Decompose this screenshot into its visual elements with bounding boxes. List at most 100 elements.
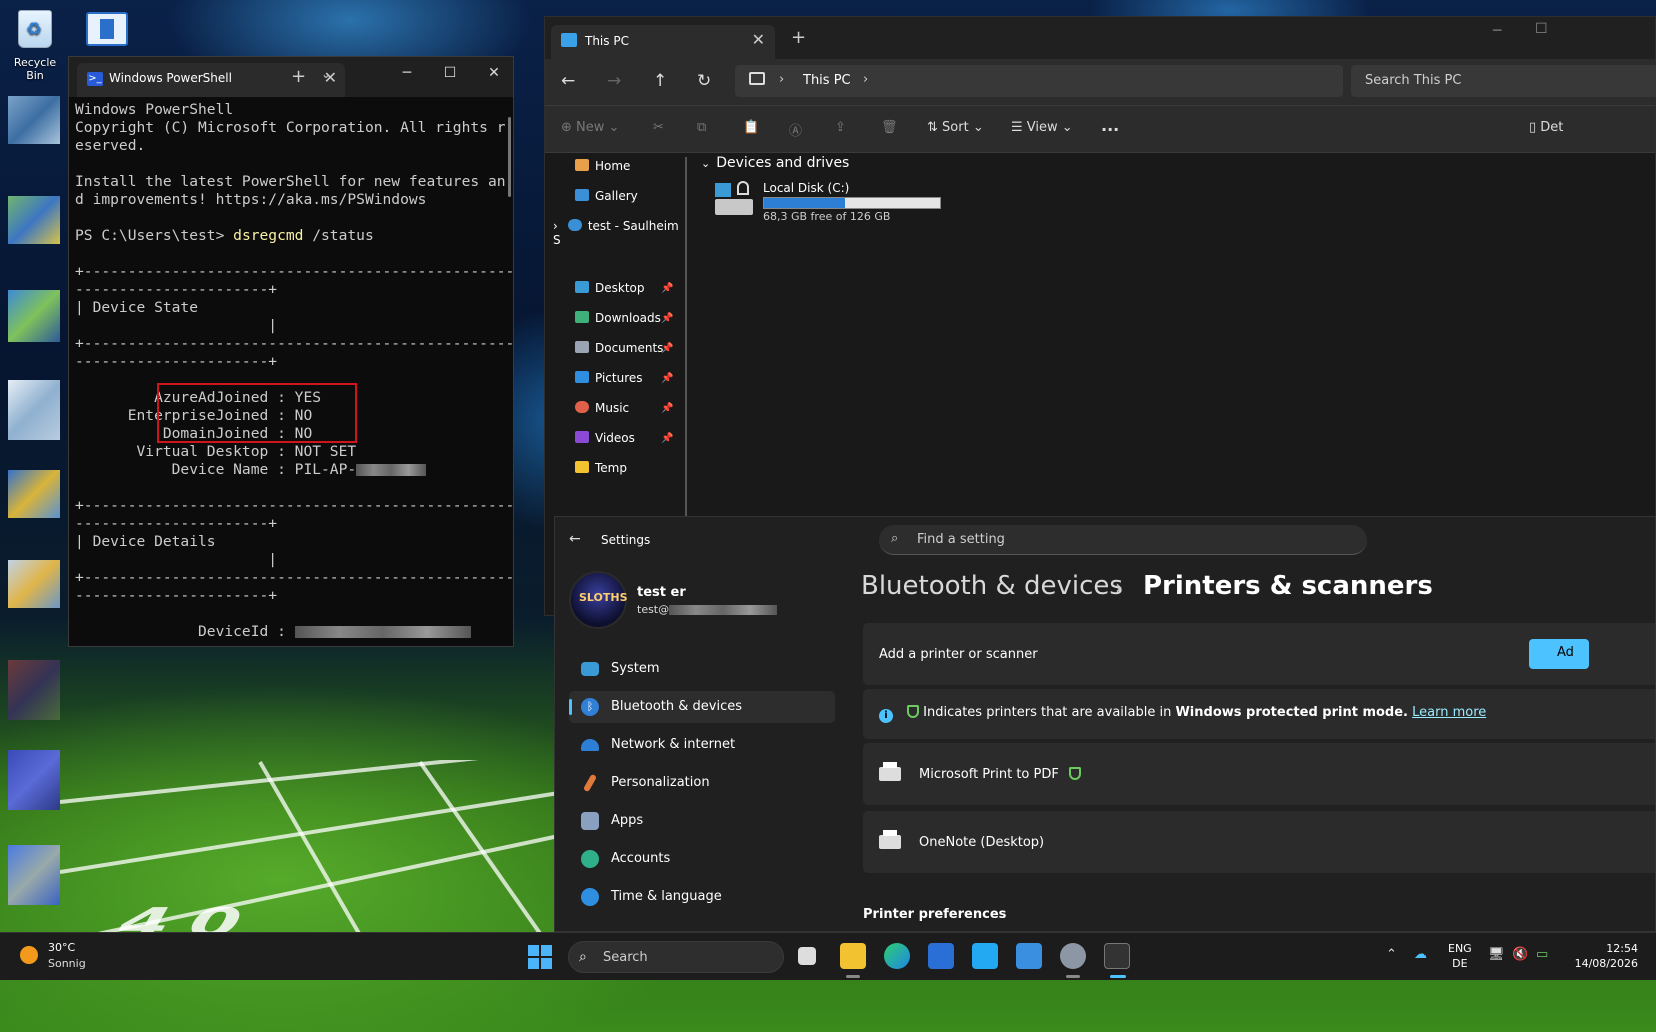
powershell-titlebar[interactable]: >_ Windows PowerShell ✕ + ⌄ ─ ☐ ✕	[69, 57, 513, 97]
weather-icon[interactable]	[20, 946, 38, 964]
nav-item-pictures[interactable]: Pictures	[575, 371, 643, 385]
minimize-button[interactable]: ─	[1493, 23, 1501, 39]
nav-item-bluetooth[interactable]: ᛒ Bluetooth & devices	[569, 691, 835, 723]
task-view-icon[interactable]	[798, 947, 816, 965]
nav-item-system[interactable]: System	[569, 653, 835, 685]
nav-item-accounts[interactable]: Accounts	[569, 843, 835, 875]
start-button[interactable]	[528, 945, 552, 969]
chevron-right-icon[interactable]: ›	[779, 72, 784, 87]
terminal-prompt: PS C:\Users\test>	[75, 227, 234, 244]
language-indicator[interactable]: ENG DE	[1448, 941, 1472, 971]
chevron-up-icon[interactable]: ⌃	[1386, 947, 1397, 962]
breadcrumb-parent[interactable]: Bluetooth & devices	[861, 571, 1123, 601]
shield-icon	[1068, 767, 1081, 780]
settings-window[interactable]: ← Settings ⌕ Find a setting SLOTHS test …	[554, 516, 1656, 932]
back-icon[interactable]: ←	[569, 531, 581, 547]
nav-item-home[interactable]: Home	[575, 159, 630, 173]
printer-item[interactable]: Microsoft Print to PDF	[863, 743, 1655, 805]
weather-temperature[interactable]: 30°C	[48, 941, 75, 954]
remote-desktop-icon[interactable]	[1016, 943, 1042, 969]
taskbar-search[interactable]: ⌕ Search	[568, 941, 784, 973]
chevron-down-icon[interactable]: ⌄	[321, 67, 331, 81]
file-explorer-icon[interactable]	[840, 943, 866, 969]
nav-item-downloads[interactable]: Downloads	[575, 311, 661, 325]
sort-button[interactable]: ⇅ Sort ⌄	[927, 120, 984, 135]
network-icon[interactable]: 🖥	[1488, 947, 1505, 962]
nav-item-personalization[interactable]: Personalization	[569, 767, 835, 799]
pin-icon[interactable]: 📌	[661, 433, 673, 444]
clock[interactable]: 12:54 14/08/2026	[1568, 941, 1638, 971]
pin-icon[interactable]: 📌	[661, 283, 673, 294]
new-button[interactable]: ⊕ New ⌄	[561, 120, 619, 135]
details-pane-button[interactable]: ▯ Det	[1529, 120, 1563, 135]
close-window-button[interactable]: ✕	[479, 65, 509, 81]
address-bar[interactable]: › This PC ›	[735, 65, 1343, 97]
explorer-search-input[interactable]: Search This PC	[1351, 65, 1656, 97]
explorer-tabbar[interactable]: This PC ✕ + ─ ☐	[545, 17, 1655, 59]
forward-icon[interactable]: →	[607, 71, 621, 91]
chevron-right-icon[interactable]: ›	[863, 72, 868, 87]
chevron-right-icon[interactable]: ›	[553, 219, 558, 233]
terminal-separator: ----------------------+	[75, 353, 278, 370]
local-disk-icon[interactable]	[715, 181, 755, 217]
recycle-bin-icon[interactable]: Recycle Bin	[4, 10, 66, 82]
nav-item-music[interactable]: Music	[575, 401, 629, 415]
avatar[interactable]: SLOTHS	[569, 571, 628, 629]
new-tab-button[interactable]: +	[791, 27, 806, 48]
store-icon[interactable]	[928, 943, 954, 969]
maximize-button[interactable]: ☐	[1535, 21, 1548, 37]
pin-icon[interactable]: 📌	[661, 373, 673, 384]
scrollbar[interactable]	[508, 117, 511, 197]
rename-icon[interactable]: Ⓐ	[789, 120, 802, 139]
powershell-window[interactable]: >_ Windows PowerShell ✕ + ⌄ ─ ☐ ✕ Window…	[68, 56, 514, 647]
nav-item-time-language[interactable]: Time & language	[569, 881, 835, 913]
learn-more-link[interactable]: Learn more	[1412, 705, 1486, 720]
nav-pane-divider[interactable]	[685, 157, 687, 517]
nav-item-gallery[interactable]: Gallery	[575, 189, 638, 203]
back-icon[interactable]: ←	[561, 71, 575, 91]
refresh-icon[interactable]: ↻	[697, 71, 711, 91]
info-icon: i	[879, 709, 893, 723]
share-icon[interactable]: ⇪	[835, 120, 846, 135]
drive-usage-fill	[764, 198, 845, 208]
view-button[interactable]: ☰ View ⌄	[1011, 120, 1073, 135]
nav-item-documents[interactable]: Documents	[575, 341, 663, 355]
volume-icon[interactable]: 🔇	[1512, 947, 1528, 962]
settings-search-input[interactable]: ⌕ Find a setting	[879, 525, 1367, 555]
weather-condition[interactable]: Sonnig	[48, 957, 86, 970]
drive-name[interactable]: Local Disk (C:)	[763, 181, 849, 195]
nav-item-apps[interactable]: Apps	[569, 805, 835, 837]
nav-item-videos[interactable]: Videos	[575, 431, 635, 445]
pin-icon[interactable]: 📌	[661, 403, 673, 414]
add-device-button[interactable]: Ad	[1529, 639, 1589, 669]
edge-icon[interactable]	[884, 943, 910, 969]
vscode-icon[interactable]	[972, 943, 998, 969]
pin-icon[interactable]: 📌	[661, 313, 673, 324]
nav-item-onedrive[interactable]: › test - Saulheim S	[553, 219, 685, 247]
onedrive-icon[interactable]: ☁	[1414, 947, 1427, 962]
paste-icon[interactable]: 📋	[743, 120, 759, 135]
desktop-app-icon[interactable]	[86, 12, 128, 46]
search-icon: ⌕	[891, 531, 899, 546]
terminal-output[interactable]: Windows PowerShell Copyright (C) Microsof…	[75, 101, 514, 641]
minimize-button[interactable]: ─	[392, 65, 422, 81]
nav-item-network[interactable]: Network & internet	[569, 729, 835, 761]
up-icon[interactable]: ↑	[653, 71, 667, 91]
delete-icon[interactable]: 🗑	[881, 120, 898, 135]
terminal-icon[interactable]	[1104, 943, 1130, 969]
new-tab-button[interactable]: +	[291, 66, 306, 87]
nav-item-temp[interactable]: Temp	[575, 461, 627, 475]
cut-icon[interactable]: ✂	[653, 120, 664, 135]
printer-item[interactable]: OneNote (Desktop)	[863, 811, 1655, 873]
more-options-button[interactable]: ...	[1101, 116, 1119, 135]
explorer-tab[interactable]: This PC ✕	[551, 25, 775, 59]
copy-icon[interactable]: ⧉	[697, 120, 706, 135]
battery-icon[interactable]: ▭	[1536, 947, 1548, 962]
nav-item-desktop[interactable]: Desktop	[575, 281, 645, 295]
maximize-button[interactable]: ☐	[435, 65, 465, 81]
close-tab-icon[interactable]: ✕	[752, 30, 765, 49]
devices-and-drives-header[interactable]: ⌄ Devices and drives	[701, 155, 849, 171]
settings-gear-icon[interactable]	[1060, 943, 1086, 969]
address-text: This PC	[803, 73, 851, 88]
pin-icon[interactable]: 📌	[661, 343, 673, 354]
